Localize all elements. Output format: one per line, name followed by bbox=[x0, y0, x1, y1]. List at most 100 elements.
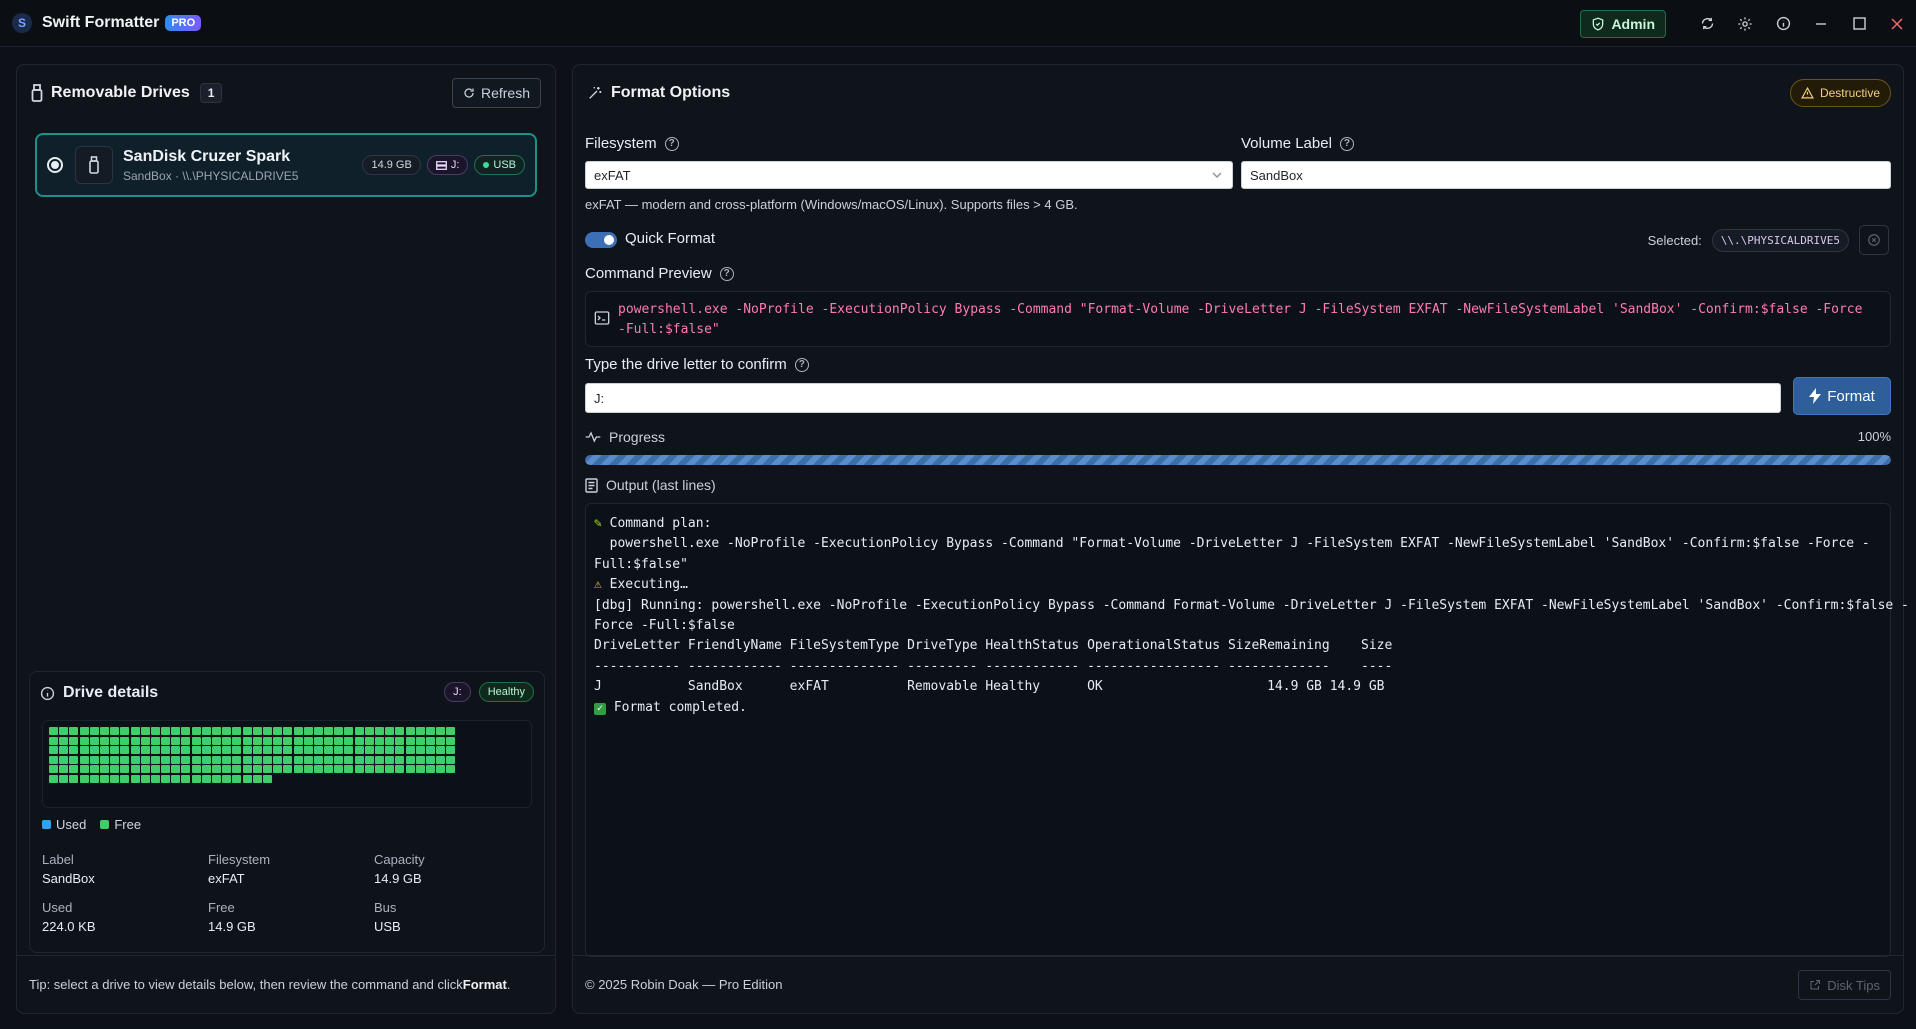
usage-cell bbox=[303, 755, 313, 764]
drive-details-title: Drive details bbox=[63, 684, 159, 701]
usage-cell bbox=[59, 727, 69, 735]
usage-cell bbox=[49, 755, 58, 764]
usage-cell bbox=[313, 765, 323, 774]
usage-cell bbox=[415, 765, 425, 774]
usage-cell bbox=[69, 727, 79, 735]
volume-label-input[interactable]: SandBox bbox=[1241, 161, 1891, 189]
close-button[interactable] bbox=[1878, 0, 1916, 47]
usage-cell bbox=[262, 755, 272, 764]
usage-cell bbox=[120, 755, 130, 764]
usage-cell bbox=[242, 736, 252, 745]
usage-cell bbox=[171, 736, 181, 745]
usage-cell bbox=[303, 727, 313, 735]
filesystem-select[interactable]: exFAT bbox=[585, 161, 1233, 189]
hard-drive-icon bbox=[435, 160, 447, 170]
refresh-button[interactable]: Refresh bbox=[451, 78, 541, 108]
usage-cell bbox=[415, 746, 425, 755]
tip-suffix: . bbox=[506, 977, 511, 992]
usage-cell bbox=[212, 774, 221, 783]
usage-cell bbox=[242, 765, 252, 774]
confirm-letter-input[interactable]: J: bbox=[585, 383, 1781, 413]
usage-cell bbox=[191, 774, 201, 783]
health-badge: Healthy bbox=[478, 682, 534, 702]
usage-cell bbox=[79, 774, 89, 783]
about-button[interactable] bbox=[1764, 0, 1802, 47]
usage-cell bbox=[293, 746, 303, 755]
selected-label: Selected: bbox=[1647, 232, 1702, 248]
quick-format-toggle[interactable] bbox=[585, 232, 617, 248]
usage-cell bbox=[425, 727, 435, 735]
drives-panel-title: Removable Drives bbox=[51, 84, 190, 101]
help-icon[interactable]: ? bbox=[1339, 136, 1354, 151]
sync-button[interactable] bbox=[1688, 0, 1726, 47]
command-preview-box: powershell.exe -NoProfile -ExecutionPoli… bbox=[585, 291, 1891, 347]
usage-cell bbox=[354, 727, 364, 735]
drive-stats: Label SandBox Filesystem exFAT Capacity 14.… bbox=[42, 852, 542, 934]
usage-legend: Used Free bbox=[42, 817, 141, 832]
log-text: Format completed. bbox=[606, 699, 747, 715]
usage-cell bbox=[375, 755, 384, 764]
check-icon: ✓ bbox=[594, 702, 606, 715]
usb-stick-icon bbox=[75, 146, 113, 184]
drive-subtitle: SandBox · \\.\PHYSICALDRIVE5 bbox=[123, 168, 299, 183]
drive-list-item[interactable]: SanDisk Cruzer Spark SandBox · \\.\PHYSI… bbox=[35, 133, 537, 197]
usage-cell bbox=[89, 774, 99, 783]
log-line: J SandBox exFAT Removable Healthy OK 14.… bbox=[594, 679, 1385, 695]
details-letter-tag: J: bbox=[444, 682, 471, 702]
usage-cell bbox=[110, 727, 120, 735]
log-line: DriveLetter FriendlyName FileSystemType … bbox=[594, 638, 1393, 654]
command-preview-label-text: Command Preview bbox=[585, 265, 712, 282]
usage-cell bbox=[436, 736, 446, 745]
usage-cell bbox=[334, 765, 344, 774]
settings-button[interactable] bbox=[1726, 0, 1764, 47]
used-swatch bbox=[42, 820, 51, 829]
activity-icon bbox=[585, 431, 601, 443]
usage-cell bbox=[120, 736, 130, 745]
usage-cell bbox=[334, 746, 344, 755]
usage-cell bbox=[262, 774, 272, 783]
help-icon[interactable]: ? bbox=[664, 136, 679, 151]
usage-cell bbox=[324, 765, 334, 774]
usage-cell bbox=[222, 755, 232, 764]
output-log[interactable]: ✎ Command plan: powershell.exe -NoProfil… bbox=[585, 503, 1909, 957]
selected-drive-pill: \\.\PHYSICALDRIVE5 bbox=[1711, 228, 1849, 252]
usage-cell bbox=[89, 727, 99, 735]
usage-cell bbox=[212, 736, 221, 745]
usage-cells bbox=[49, 727, 525, 783]
drive-select-radio[interactable] bbox=[47, 157, 63, 173]
usage-cell bbox=[354, 765, 364, 774]
usage-cell bbox=[283, 746, 293, 755]
usage-cell bbox=[201, 774, 211, 783]
usage-cell bbox=[99, 755, 109, 764]
usage-cell bbox=[150, 774, 160, 783]
usage-cell bbox=[171, 727, 181, 735]
usage-cell bbox=[212, 727, 221, 735]
help-icon[interactable]: ? bbox=[719, 266, 734, 281]
stat-value: 14.9 GB bbox=[208, 919, 256, 934]
disk-tips-button[interactable]: Disk Tips bbox=[1798, 970, 1891, 1000]
usage-cell bbox=[161, 727, 171, 735]
usage-cell bbox=[140, 755, 150, 764]
usage-cell bbox=[252, 755, 262, 764]
clear-selection-button[interactable] bbox=[1859, 225, 1889, 255]
usage-cell bbox=[181, 727, 191, 735]
usage-cell bbox=[395, 736, 405, 745]
minimize-button[interactable] bbox=[1802, 0, 1840, 47]
status-dot-icon bbox=[483, 162, 490, 168]
format-button[interactable]: Format bbox=[1793, 377, 1891, 415]
removable-drives-panel: Removable Drives 1 Refresh SanDisk Cruze… bbox=[16, 64, 556, 1014]
close-icon bbox=[1891, 17, 1903, 30]
usage-cell bbox=[59, 736, 69, 745]
shield-icon bbox=[1593, 16, 1604, 31]
admin-button[interactable]: Admin bbox=[1580, 9, 1666, 38]
stat-filesystem-cell: Filesystem exFAT bbox=[208, 852, 374, 886]
progress-percent: 100% bbox=[1857, 429, 1891, 444]
help-icon[interactable]: ? bbox=[794, 357, 809, 372]
usage-cell bbox=[405, 755, 415, 764]
maximize-button[interactable] bbox=[1840, 0, 1878, 47]
stat-capacity-cell: Capacity 14.9 GB bbox=[374, 852, 540, 886]
stat-label: Bus bbox=[374, 900, 397, 915]
usage-cell bbox=[222, 727, 232, 735]
usage-cell bbox=[232, 727, 242, 735]
usage-cell bbox=[191, 755, 201, 764]
